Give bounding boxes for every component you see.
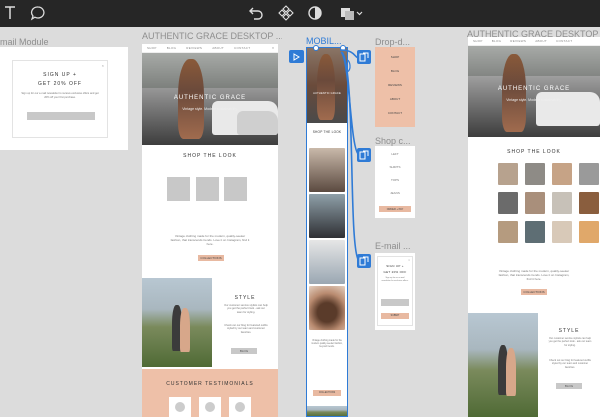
email-mobile-body: Sign up for our e-mail newsletter for ex… [381, 277, 409, 282]
link-icon[interactable] [357, 50, 371, 64]
shop-card-item[interactable]: TOPS [375, 178, 415, 182]
nav-item[interactable]: REVIEWS [510, 39, 526, 43]
style-text-2: Check out our blog for featured outfits … [549, 359, 591, 369]
shop-grid-image[interactable] [552, 163, 572, 185]
email-mobile-input[interactable] [381, 299, 409, 306]
email-mobile-popup: × SIGN UP + GET 20% OFF Sign up for our … [377, 256, 413, 326]
dropdown-item[interactable]: CONTACT [375, 111, 415, 115]
hero-tagline: Vintage style. Modern sustainability. [506, 98, 562, 102]
link-icon[interactable] [357, 254, 371, 268]
shop-grid-image[interactable] [498, 192, 518, 214]
collections-button[interactable]: COLLECTIONS [521, 289, 547, 295]
dropdown-item[interactable]: BLOG [375, 69, 415, 73]
shop-grid-image[interactable] [498, 163, 518, 185]
shop-card-item[interactable]: SHIRTS [375, 165, 415, 169]
dropdown-item[interactable]: REVIEWS [375, 83, 415, 87]
shop-grid-image[interactable] [498, 221, 518, 243]
shop-grid-image[interactable] [552, 221, 572, 243]
shop-grid-image[interactable] [579, 221, 599, 243]
email-mobile-artboard[interactable]: × SIGN UP + GET 20% OFF Sign up for our … [375, 253, 415, 330]
desktop-right-artboard[interactable]: SHOP BLOG REVIEWS ABOUT CONTACT AUTHENTI… [468, 37, 600, 417]
shop-title: SHOP THE LOOK [507, 149, 561, 155]
shop-grid-image[interactable] [579, 163, 599, 185]
shop-grid [498, 163, 599, 243]
dropdown-item[interactable]: ABOUT [375, 97, 415, 101]
nav-item[interactable]: SHOP [473, 39, 483, 43]
submit-button[interactable]: SUBMIT [381, 313, 409, 319]
shop-card-item[interactable]: LEFT [375, 152, 415, 156]
nav-item[interactable]: ABOUT [535, 39, 547, 43]
dropdown-artboard[interactable]: SHOP BLOG REVIEWS ABOUT CONTACT [375, 47, 415, 127]
order-pay-button[interactable]: ORDER + PAY [379, 206, 411, 212]
email-mobile-line2: GET 20% OFF [383, 270, 407, 274]
link-icon[interactable] [357, 148, 371, 162]
email-mobile-line1: SIGN UP + [386, 264, 404, 268]
couple-photo [468, 313, 538, 417]
shop-card-item[interactable]: JEANS [375, 191, 415, 195]
nav-item[interactable]: BLOG [492, 39, 502, 43]
shop-grid-image[interactable] [525, 163, 545, 185]
close-icon[interactable]: × [408, 258, 410, 262]
shop-grid-image[interactable] [525, 221, 545, 243]
shop-grid-image[interactable] [579, 192, 599, 214]
shop-card-artboard[interactable]: LEFT SHIRTS TOPS JEANS ORDER + PAY [375, 146, 415, 218]
hero-title: AUTHENTIC GRACE [497, 86, 571, 92]
shop-grid-image[interactable] [552, 192, 572, 214]
blog-button[interactable]: BLOG [556, 383, 582, 389]
dropdown-item[interactable]: SHOP [375, 55, 415, 59]
style-text: Our customer service stylists can help y… [548, 337, 592, 347]
desktop-right-hero: AUTHENTIC GRACE Vintage style. Modern su… [468, 46, 600, 137]
style-title: STYLE [558, 328, 580, 334]
shop-grid-image[interactable] [525, 192, 545, 214]
nav-item[interactable]: CONTACT [556, 39, 572, 43]
desktop-right-nav: SHOP BLOG REVIEWS ABOUT CONTACT [468, 37, 600, 46]
vintage-text: Vintage clothing made for the modern, qu… [498, 269, 570, 281]
